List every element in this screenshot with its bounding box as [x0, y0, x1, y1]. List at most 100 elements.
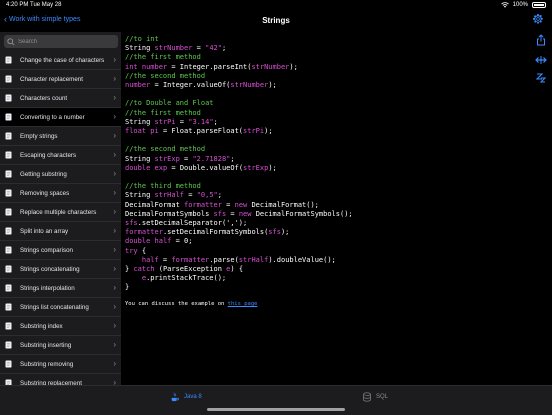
list-item[interactable]: Characters count › [0, 89, 121, 108]
search-input[interactable] [15, 38, 108, 45]
list-item-label: Empty strings [20, 132, 58, 140]
list-item[interactable]: Removing spaces › [0, 184, 121, 203]
code-token: //to int [125, 35, 159, 43]
discuss-link[interactable]: this page [228, 301, 258, 307]
chevron-right-icon: › [113, 150, 116, 159]
code-token: strExp [154, 154, 180, 163]
list-item[interactable]: Strings interpolation › [0, 279, 121, 298]
code-line: formatter.setDecimalFormatSymbols(sfs); [125, 228, 353, 237]
code-block: //to int String strNumber = "42"; //the fi… [125, 35, 353, 293]
list-item[interactable]: Converting to a number › [0, 108, 121, 127]
code-token: ).doubleValue(); [268, 255, 336, 264]
tab-sql-label: SQL [376, 394, 389, 400]
code-token: //the second method [125, 145, 206, 154]
code-line: String strNumber = "42"; [125, 44, 353, 53]
code-token: ); [280, 228, 290, 237]
sleep-icon[interactable] [535, 72, 547, 84]
gear-icon[interactable] [532, 13, 544, 25]
list-item[interactable]: Getting substring › [0, 165, 121, 184]
code-line: try { [125, 247, 353, 256]
code-token: "2.71828" [192, 154, 231, 163]
chevron-right-icon: › [113, 169, 116, 178]
document-icon [5, 322, 12, 330]
list-item[interactable]: Substring index › [0, 317, 121, 336]
share-icon[interactable] [535, 34, 547, 46]
list-item-label: Strings list concatenating [20, 303, 89, 311]
code-token: new [234, 200, 252, 209]
chevron-right-icon: › [113, 264, 116, 273]
list-item[interactable]: Empty strings › [0, 127, 121, 146]
chevron-right-icon: › [113, 359, 116, 368]
code-token: number [125, 81, 151, 90]
code-token: half [141, 255, 159, 264]
status-date: Tue May 28 [30, 2, 62, 8]
code-token: = Integer.parseInt( [167, 62, 252, 71]
code-token: //the second method [125, 71, 206, 80]
code-token: ); [268, 81, 277, 90]
topic-list: Change the case of characters › Character … [0, 51, 121, 385]
code-token: DecimalFormatSymbols [125, 209, 214, 218]
list-item[interactable]: Substring replacement › [0, 374, 121, 385]
document-icon [5, 56, 12, 64]
code-token: = [175, 117, 189, 126]
list-item[interactable]: Strings concatenating › [0, 260, 121, 279]
code-token: half [154, 237, 172, 246]
code-token: strNumber [154, 44, 193, 53]
code-token: catch [133, 265, 155, 274]
list-item[interactable]: Replace multiple characters › [0, 203, 121, 222]
document-icon [5, 284, 12, 292]
code-token: DecimalFormat(); [251, 200, 319, 209]
chevron-right-icon: › [113, 112, 116, 121]
list-item-label: Strings concatenating [20, 265, 80, 273]
list-item[interactable]: Character replacement › [0, 70, 121, 89]
code-token: DecimalFormat [125, 200, 185, 209]
code-line: DecimalFormat formatter = new DecimalFor… [125, 201, 353, 210]
list-item[interactable]: Strings list concatenating › [0, 298, 121, 317]
document-icon [5, 151, 12, 159]
code-line: DecimalFormatSymbols sfs = new DecimalFo… [125, 210, 353, 219]
list-item-label: Split into an array [20, 227, 69, 235]
tab-sql[interactable]: SQL [362, 392, 388, 402]
code-line: //the second method [125, 145, 353, 154]
document-icon [5, 132, 12, 140]
list-item[interactable]: Strings comparison › [0, 241, 121, 260]
list-item[interactable]: Substring removing › [0, 355, 121, 374]
code-token: { [137, 246, 147, 255]
code-token: "3.14" [188, 117, 214, 126]
code-token: (ParseException [154, 265, 227, 274]
code-token: } [125, 283, 130, 292]
home-indicator [207, 408, 345, 411]
navigation-bar: ‹ Work with simple types Strings [0, 10, 552, 32]
code-token: .parse( [209, 255, 239, 264]
side-toolbar [530, 32, 552, 92]
document-icon [5, 341, 12, 349]
code-line: String strExp = "2.71828"; [125, 155, 353, 164]
code-token: sfs [125, 219, 138, 228]
code-token: //the first method [125, 108, 201, 117]
code-token: formatter [125, 228, 163, 237]
list-item[interactable]: Change the case of characters › [0, 51, 121, 70]
code-line: String strPi = "3.14"; [125, 118, 353, 127]
code-line: double half = 0; [125, 237, 353, 246]
tab-java[interactable]: Java 8 [170, 392, 202, 402]
list-item-label: Strings comparison [20, 246, 73, 254]
database-icon [363, 392, 371, 402]
list-item[interactable]: Substring inserting › [0, 336, 121, 355]
search-bar[interactable] [4, 35, 118, 48]
code-token: strNumber [230, 81, 269, 90]
tab-java-label: Java 8 [184, 394, 202, 400]
chevron-right-icon: › [113, 283, 116, 292]
list-item[interactable]: Escaping characters › [0, 146, 121, 165]
code-token: strExp [243, 163, 269, 172]
collapse-icon[interactable] [535, 54, 547, 66]
list-item[interactable]: Split into an array › [0, 222, 121, 241]
list-item-label: Escaping characters [20, 151, 77, 159]
code-token: "0,5" [196, 191, 218, 200]
chevron-right-icon: › [113, 226, 116, 235]
code-token: strPi [154, 117, 176, 126]
chevron-right-icon: › [113, 378, 116, 385]
code-token: = [221, 200, 235, 209]
code-line: double exp = Double.valueOf(strExp); [125, 164, 353, 173]
